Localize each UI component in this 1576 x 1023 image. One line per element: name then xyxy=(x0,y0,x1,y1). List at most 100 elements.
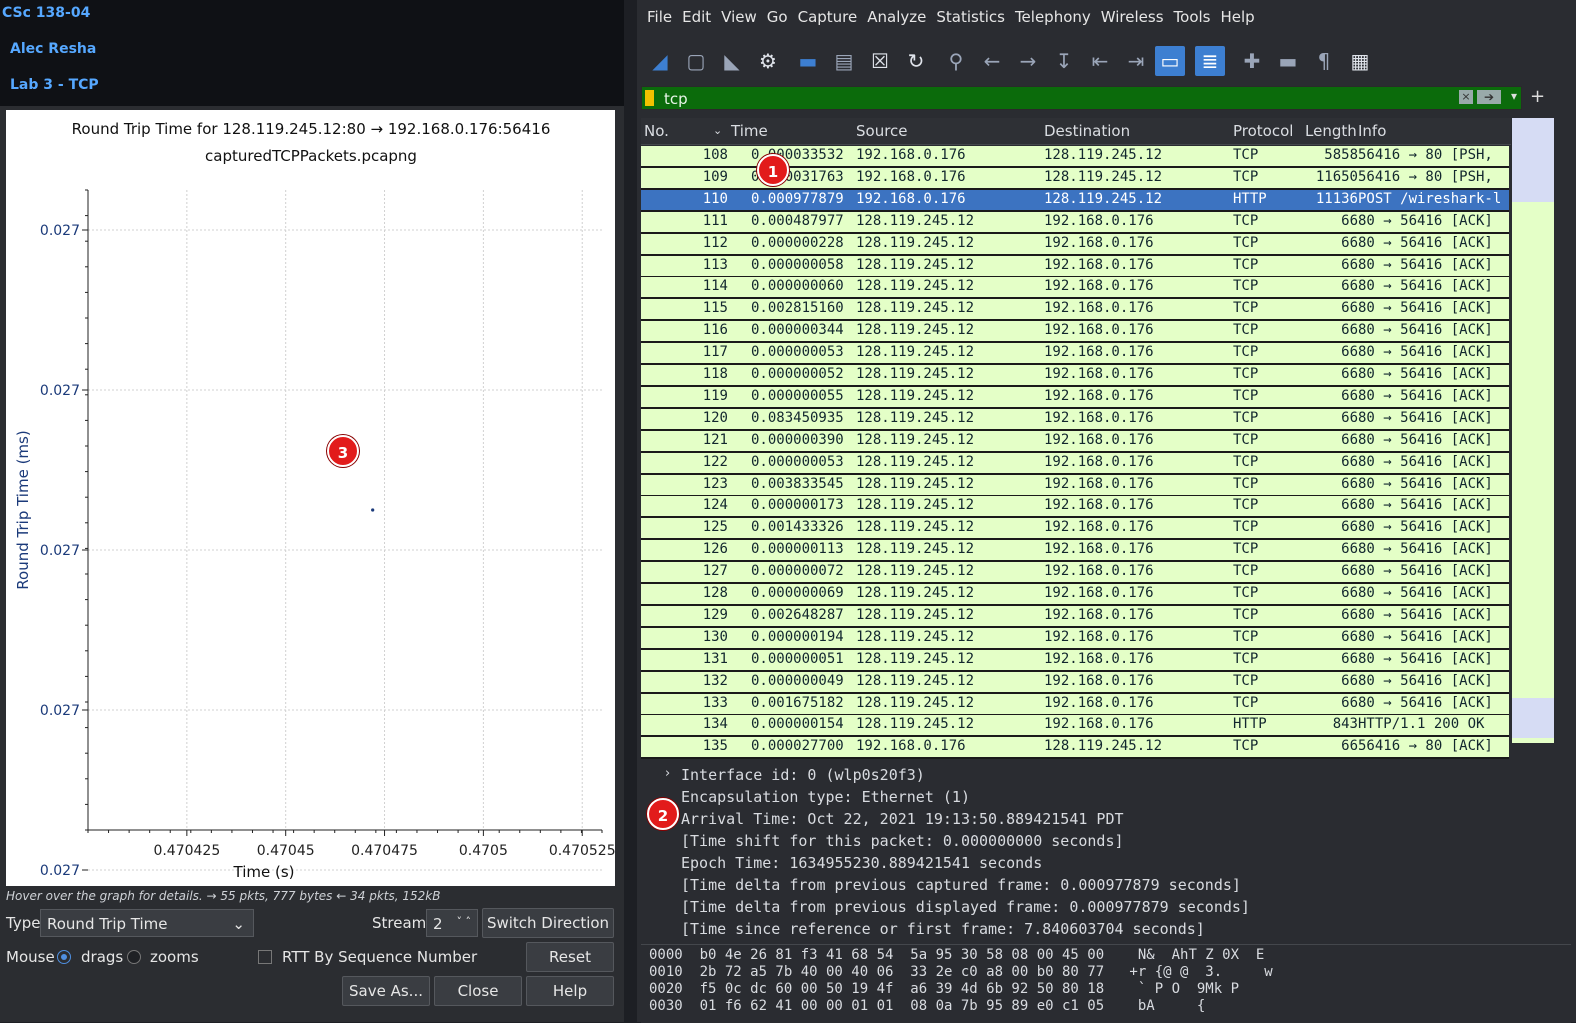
rtt-by-seq-label[interactable]: RTT By Sequence Number xyxy=(282,948,477,966)
zooms-label[interactable]: zooms xyxy=(150,948,199,966)
auto-scroll-icon[interactable]: ▭ xyxy=(1155,46,1185,76)
drags-radio[interactable] xyxy=(57,950,71,964)
col-time[interactable]: Time xyxy=(731,122,768,140)
packet-row[interactable]: 113 0.000000058 128.119.245.12 192.168.0.17… xyxy=(641,255,1509,278)
hex-line[interactable]: 0020 f5 0c dc 60 00 50 19 4f a6 39 4d 6b… xyxy=(649,981,1239,997)
filter-input[interactable]: tcp xyxy=(664,90,688,108)
col-length[interactable]: Length xyxy=(1305,122,1357,140)
col-protocol[interactable]: Protocol xyxy=(1233,122,1293,140)
rtt-by-seq-checkbox[interactable] xyxy=(258,950,272,964)
packet-row[interactable]: 135 0.000027700 192.168.0.176 128.119.245.1… xyxy=(641,737,1509,760)
menu-analyze[interactable]: Analyze xyxy=(867,8,926,26)
go-to-packet-icon[interactable]: ↧ xyxy=(1049,46,1079,76)
packet-row[interactable]: 120 0.083450935 128.119.245.12 192.168.0.17… xyxy=(641,408,1509,431)
colorize-icon[interactable]: ≣ xyxy=(1195,46,1225,76)
clear-filter-icon[interactable]: × xyxy=(1459,90,1473,104)
reset-button[interactable]: Reset xyxy=(526,942,614,972)
packet-minimap[interactable] xyxy=(1512,118,1554,743)
packet-row[interactable]: 127 0.000000072 128.119.245.12 192.168.0.17… xyxy=(641,562,1509,585)
stream-spinbox[interactable]: 2 ˅ ˄ xyxy=(426,909,478,937)
col-destination[interactable]: Destination xyxy=(1044,122,1130,140)
spin-arrows-icon[interactable]: ˅ ˄ xyxy=(457,908,472,936)
detail-line[interactable]: Encapsulation type: Ethernet (1) xyxy=(681,788,970,806)
capture-options-icon[interactable]: ⚙ xyxy=(753,46,783,76)
go-back-icon[interactable]: ← xyxy=(977,46,1007,76)
packet-row[interactable]: 121 0.000000390 128.119.245.12 192.168.0.17… xyxy=(641,430,1509,453)
packet-row[interactable]: 132 0.000000049 128.119.245.12 192.168.0.17… xyxy=(641,671,1509,694)
menu-telephony[interactable]: Telephony xyxy=(1015,8,1091,26)
col-info[interactable]: Info xyxy=(1358,122,1386,140)
packet-row[interactable]: 111 0.000487977 128.119.245.12 192.168.0.17… xyxy=(641,211,1509,234)
switch-direction-button[interactable]: Switch Direction xyxy=(482,908,614,938)
help-button[interactable]: Help xyxy=(526,976,614,1006)
normal-size-icon[interactable]: ¶ xyxy=(1309,46,1339,76)
packet-row[interactable]: 130 0.000000194 128.119.245.12 192.168.0.17… xyxy=(641,627,1509,650)
filter-dropdown-icon[interactable]: ▾ xyxy=(1511,89,1517,103)
detail-line[interactable]: [Time since reference or first frame: 7.… xyxy=(681,920,1205,938)
menu-go[interactable]: Go xyxy=(767,8,788,26)
rtt-chart[interactable]: Round Trip Time for 128.119.245.12:80 → … xyxy=(6,110,615,886)
zoom-out-icon[interactable]: ▬ xyxy=(1273,46,1303,76)
zoom-in-icon[interactable]: ✚ xyxy=(1237,46,1267,76)
close-file-icon[interactable]: ☒ xyxy=(865,46,895,76)
packet-row[interactable]: 123 0.003833545 128.119.245.12 192.168.0.17… xyxy=(641,474,1509,497)
menu-wireless[interactable]: Wireless xyxy=(1101,8,1164,26)
packet-row[interactable]: 116 0.000000344 128.119.245.12 192.168.0.17… xyxy=(641,321,1509,344)
menu-edit[interactable]: Edit xyxy=(682,8,711,26)
rtt-plot-area[interactable]: Round Trip Time for 128.119.245.12:80 → … xyxy=(6,110,615,886)
packet-row[interactable]: 118 0.000000052 128.119.245.12 192.168.0.17… xyxy=(641,365,1509,387)
first-packet-icon[interactable]: ⇤ xyxy=(1085,46,1115,76)
shark-fin-start-icon[interactable]: ◢ xyxy=(645,46,675,76)
apply-filter-icon[interactable]: ➔ xyxy=(1477,90,1501,104)
resize-columns-icon[interactable]: ▦ xyxy=(1345,46,1375,76)
detail-line[interactable]: Arrival Time: Oct 22, 2021 19:13:50.8894… xyxy=(681,810,1124,828)
drags-label[interactable]: drags xyxy=(81,948,123,966)
save-file-icon[interactable]: ▤ xyxy=(829,46,859,76)
packet-row[interactable]: 125 0.001433326 128.119.245.12 192.168.0.17… xyxy=(641,518,1509,541)
packet-row[interactable]: 115 0.002815160 128.119.245.12 192.168.0.17… xyxy=(641,299,1509,322)
packet-row[interactable]: 122 0.000000053 128.119.245.12 192.168.0.17… xyxy=(641,452,1509,475)
packet-row[interactable]: 131 0.000000051 128.119.245.12 192.168.0.17… xyxy=(641,649,1509,672)
detail-line[interactable]: [Time delta from previous captured frame… xyxy=(681,876,1241,894)
packet-row[interactable]: 112 0.000000228 128.119.245.12 192.168.0.17… xyxy=(641,233,1509,256)
packet-row[interactable]: 117 0.000000053 128.119.245.12 192.168.0.17… xyxy=(641,343,1509,366)
last-packet-icon[interactable]: ⇥ xyxy=(1121,46,1151,76)
packet-row[interactable]: 128 0.000000069 128.119.245.12 192.168.0.17… xyxy=(641,584,1509,606)
go-forward-icon[interactable]: → xyxy=(1013,46,1043,76)
menu-file[interactable]: File xyxy=(647,8,672,26)
packet-row[interactable]: 110 0.000977879 192.168.0.176 128.119.245.1… xyxy=(641,189,1509,212)
save-as-button[interactable]: Save As... xyxy=(342,976,430,1006)
detail-line[interactable]: Interface id: 0 (wlp0s20f3) xyxy=(681,766,925,784)
menu-capture[interactable]: Capture xyxy=(798,8,858,26)
packet-row[interactable]: 129 0.002648287 128.119.245.12 192.168.0.17… xyxy=(641,605,1509,628)
close-button[interactable]: Close xyxy=(434,976,522,1006)
stop-capture-icon[interactable]: ▢ xyxy=(681,46,711,76)
reload-file-icon[interactable]: ↻ xyxy=(901,46,931,76)
bookmark-icon[interactable] xyxy=(645,90,654,106)
col-source[interactable]: Source xyxy=(856,122,908,140)
type-select[interactable]: Round Trip Time ⌄ xyxy=(40,909,254,937)
menu-view[interactable]: View xyxy=(721,8,757,26)
packet-row[interactable]: 114 0.000000060 128.119.245.12 192.168.0.17… xyxy=(641,277,1509,300)
menu-tools[interactable]: Tools xyxy=(1174,8,1211,26)
hex-line[interactable]: 0000 b0 4e 26 81 f3 41 68 54 5a 95 30 58… xyxy=(649,947,1264,963)
menu-help[interactable]: Help xyxy=(1220,8,1254,26)
packet-row[interactable]: 133 0.001675182 128.119.245.12 192.168.0.17… xyxy=(641,693,1509,716)
minimap-viewport[interactable] xyxy=(1512,118,1554,202)
restart-capture-icon[interactable]: ◣ xyxy=(717,46,747,76)
packet-row[interactable]: 126 0.000000113 128.119.245.12 192.168.0.17… xyxy=(641,540,1509,563)
detail-line[interactable]: [Time shift for this packet: 0.000000000… xyxy=(681,832,1124,850)
detail-line[interactable]: [Time delta from previous displayed fram… xyxy=(681,898,1250,916)
open-file-icon[interactable]: ▬ xyxy=(793,46,823,76)
packet-row[interactable]: 119 0.000000055 128.119.245.12 192.168.0.17… xyxy=(641,386,1509,409)
menu-statistics[interactable]: Statistics xyxy=(936,8,1005,26)
hex-line[interactable]: 0030 01 f6 62 41 00 00 01 01 08 0a 7b 95… xyxy=(649,998,1205,1014)
add-filter-button-icon[interactable]: + xyxy=(1530,86,1545,107)
col-no[interactable]: No. xyxy=(644,122,669,140)
packet-row[interactable]: 134 0.000000154 128.119.245.12 192.168.0.17… xyxy=(641,715,1509,738)
zooms-radio[interactable] xyxy=(127,950,141,964)
packet-row[interactable]: 124 0.000000173 128.119.245.12 192.168.0.17… xyxy=(641,496,1509,519)
hex-line[interactable]: 0010 2b 72 a5 7b 40 00 40 06 33 2e c0 a8… xyxy=(649,964,1273,980)
detail-line[interactable]: Epoch Time: 1634955230.889421541 seconds xyxy=(681,854,1042,872)
find-packet-icon[interactable]: ⚲ xyxy=(941,46,971,76)
